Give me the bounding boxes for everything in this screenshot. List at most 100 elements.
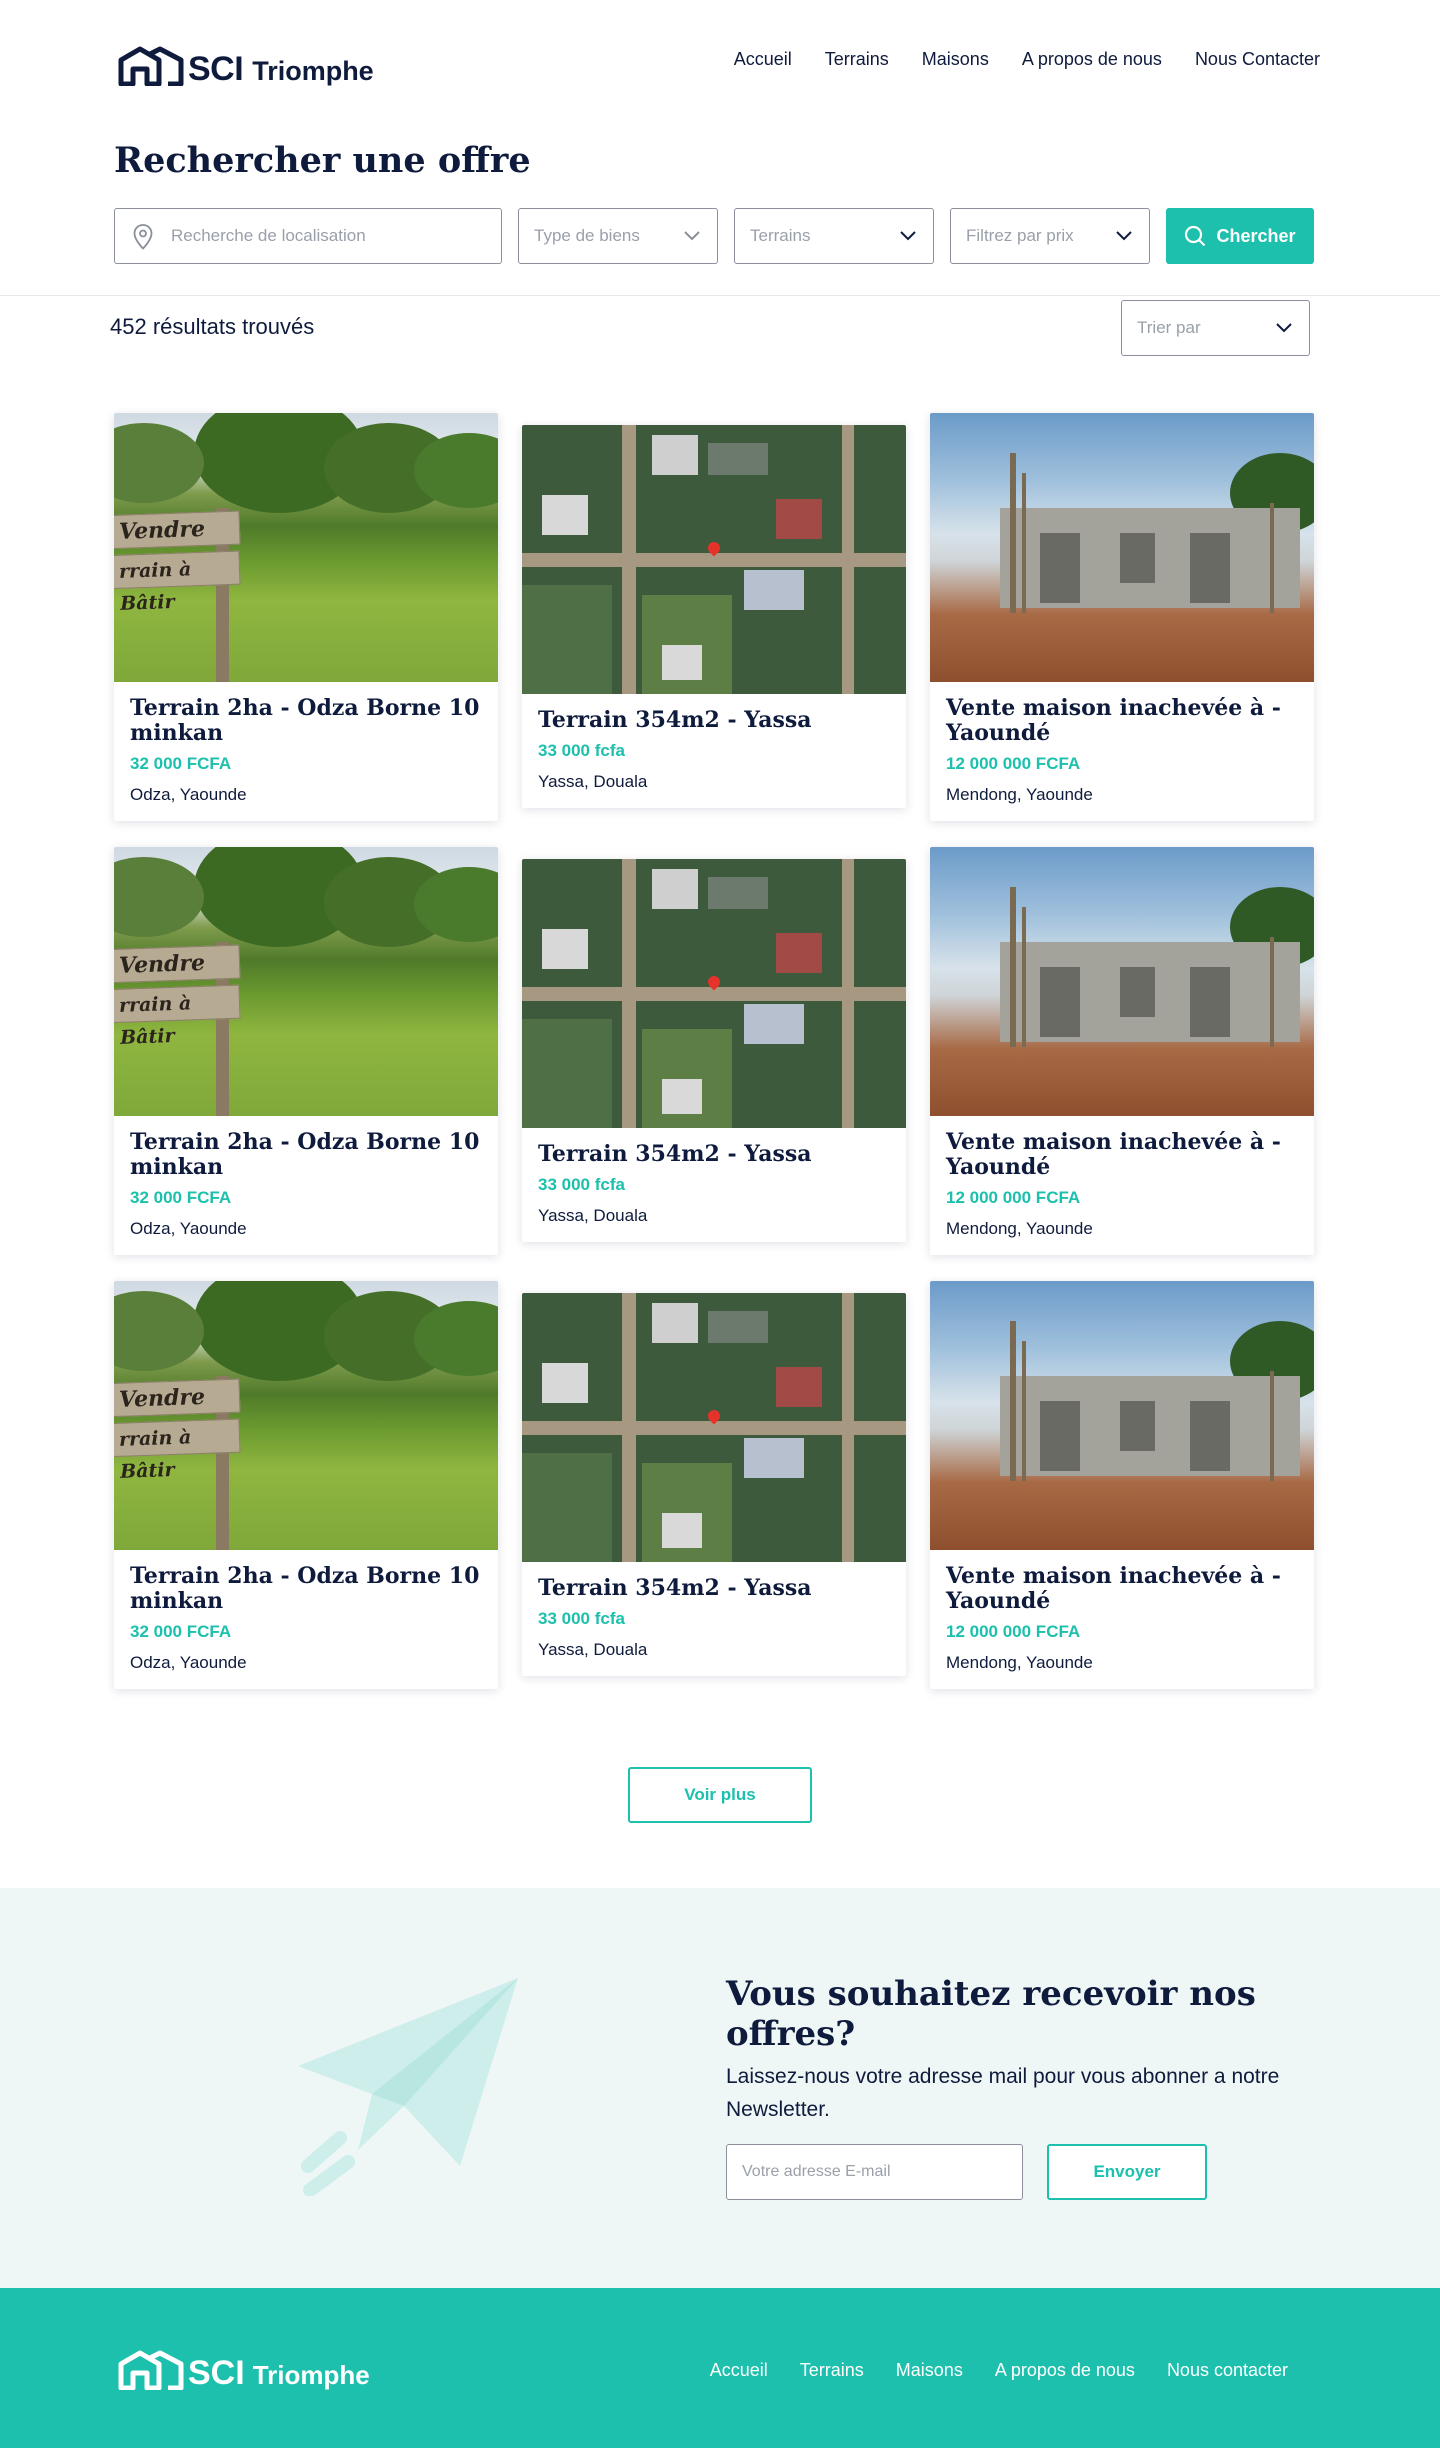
newsletter-section: Vous souhaitez recevoir nos offres? Lais… <box>0 1888 1440 2288</box>
listing-title[interactable]: Terrain 354m2 - Yassa <box>538 708 890 733</box>
listing-price: 33 000 fcfa <box>538 1175 625 1194</box>
listing-photo-house <box>930 847 1314 1116</box>
listing-location: Yassa, Douala <box>538 772 648 791</box>
listing-price: 12 000 000 FCFA <box>946 1622 1081 1641</box>
house-logo-icon <box>118 2350 184 2390</box>
sign-line-2: rrain à Bâtir <box>114 1418 241 1483</box>
property-type-placeholder: Type de biens <box>534 226 640 245</box>
main-nav: Accueil Terrains Maisons A propos de nou… <box>701 49 1320 70</box>
listing-card[interactable]: Vente maison inachevée à - Yaoundé 12 000… <box>930 413 1314 821</box>
property-type-select[interactable]: Type de biens <box>518 208 718 264</box>
sign-line-2: rrain à Bâtir <box>114 550 241 615</box>
listing-card[interactable]: Terrain 354m2 - Yassa 33 000 fcfa Yassa, D… <box>522 859 906 1242</box>
paper-plane-icon <box>298 1978 518 2196</box>
listing-title[interactable]: Vente maison inachevée à - Yaoundé <box>946 1564 1298 1614</box>
search-button[interactable]: Chercher <box>1166 208 1314 264</box>
sign-line-1: Vendre <box>114 944 241 984</box>
listing-location: Mendong, Yaounde <box>946 1653 1093 1672</box>
listing-title[interactable]: Vente maison inachevée à - Yaoundé <box>946 1130 1298 1180</box>
listing-price: 32 000 FCFA <box>130 1622 232 1641</box>
terrains-select[interactable]: Terrains <box>734 208 934 264</box>
listing-price: 32 000 FCFA <box>130 1188 232 1207</box>
search-button-label: Chercher <box>1216 225 1296 246</box>
site-footer: SCI Triomphe Accueil Terrains Maisons A … <box>0 2288 1440 2448</box>
listing-photo-land: Vendre rrain à Bâtir <box>114 847 498 1116</box>
listing-title[interactable]: Terrain 354m2 - Yassa <box>538 1142 890 1167</box>
terrains-placeholder: Terrains <box>750 226 811 245</box>
search-icon <box>1185 225 1206 247</box>
listing-card[interactable]: Terrain 354m2 - Yassa 33 000 fcfa Yassa, D… <box>522 425 906 808</box>
listing-photo-aerial <box>522 425 906 694</box>
location-placeholder: Recherche de localisation <box>171 226 366 245</box>
house-logo-icon <box>118 46 184 86</box>
listing-photo-land: Vendre rrain à Bâtir <box>114 1281 498 1550</box>
listing-price: 32 000 FCFA <box>130 754 232 773</box>
footer-nav-accueil[interactable]: Accueil <box>710 2360 768 2381</box>
sign-line-1: Vendre <box>114 1378 241 1418</box>
listing-photo-aerial <box>522 1293 906 1562</box>
footer-nav-maisons[interactable]: Maisons <box>896 2360 963 2381</box>
listing-location: Odza, Yaounde <box>130 785 247 804</box>
footer-logo-name-text: Triomphe <box>252 2360 370 2390</box>
header-divider <box>0 295 1440 296</box>
nav-maisons[interactable]: Maisons <box>922 49 989 70</box>
newsletter-text: Laissez-nous votre adresse mail pour vou… <box>726 2065 1280 2121</box>
listing-photo-house <box>930 413 1314 682</box>
location-search-input[interactable]: Recherche de localisation <box>114 208 502 264</box>
sort-select[interactable]: Trier par <box>1121 300 1310 356</box>
listing-photo-house <box>930 1281 1314 1550</box>
listing-card[interactable]: Vendre rrain à Bâtir Terrain 2ha - Odza … <box>114 847 498 1255</box>
listing-title[interactable]: Terrain 2ha - Odza Borne 10 minkan <box>130 1130 482 1180</box>
listing-location: Yassa, Douala <box>538 1206 648 1225</box>
listing-title[interactable]: Terrain 2ha - Odza Borne 10 minkan <box>130 1564 482 1614</box>
results-count: 452 résultats trouvés <box>110 314 315 339</box>
sign-line-2: rrain à Bâtir <box>114 984 241 1049</box>
price-filter-placeholder: Filtrez par prix <box>966 226 1074 245</box>
chevron-down-icon <box>684 231 700 241</box>
listing-title[interactable]: Terrain 354m2 - Yassa <box>538 1576 890 1601</box>
listing-location: Odza, Yaounde <box>130 1653 247 1672</box>
listing-price: 12 000 000 FCFA <box>946 1188 1081 1207</box>
site-logo[interactable]: SCI Triomphe <box>118 38 374 86</box>
listing-card[interactable]: Vente maison inachevée à - Yaoundé 12 000… <box>930 847 1314 1255</box>
listing-photo-aerial <box>522 859 906 1128</box>
nav-terrains[interactable]: Terrains <box>825 49 889 70</box>
chevron-down-icon <box>900 231 916 241</box>
listing-price: 33 000 fcfa <box>538 1609 625 1628</box>
chevron-down-icon <box>1276 323 1292 333</box>
sign-line-1: Vendre <box>114 510 241 550</box>
listing-location: Odza, Yaounde <box>130 1219 247 1238</box>
price-filter-select[interactable]: Filtrez par prix <box>950 208 1150 264</box>
logo-sci-text: SCI <box>188 50 244 88</box>
listing-price: 33 000 fcfa <box>538 741 625 760</box>
listing-photo-land: Vendre rrain à Bâtir <box>114 413 498 682</box>
footer-nav-contact[interactable]: Nous contacter <box>1167 2360 1288 2381</box>
load-more-button[interactable]: Voir plus <box>628 1767 812 1823</box>
footer-nav-a-propos[interactable]: A propos de nous <box>995 2360 1135 2381</box>
sort-placeholder: Trier par <box>1137 318 1201 337</box>
footer-logo[interactable]: SCI Triomphe <box>118 2350 370 2390</box>
chevron-down-icon <box>1116 231 1132 241</box>
site-header: SCI Triomphe Accueil Terrains Maisons A … <box>0 0 1440 120</box>
email-field[interactable] <box>726 2144 1023 2200</box>
newsletter-title: Vous souhaitez recevoir nos offres? <box>726 1974 1256 2054</box>
nav-accueil[interactable]: Accueil <box>734 49 792 70</box>
listing-card[interactable]: Vente maison inachevée à - Yaoundé 12 000… <box>930 1281 1314 1689</box>
listing-card[interactable]: Vendre rrain à Bâtir Terrain 2ha - Odza … <box>114 1281 498 1689</box>
map-pin-icon <box>133 224 153 250</box>
nav-a-propos[interactable]: A propos de nous <box>1022 49 1162 70</box>
nav-contact[interactable]: Nous Contacter <box>1195 49 1320 70</box>
listing-title[interactable]: Vente maison inachevée à - Yaoundé <box>946 696 1298 746</box>
subscribe-button[interactable]: Envoyer <box>1047 2144 1207 2200</box>
footer-nav: Accueil Terrains Maisons A propos de nou… <box>678 2360 1288 2381</box>
listing-location: Yassa, Douala <box>538 1640 648 1659</box>
logo-name-text: Triomphe <box>252 56 374 86</box>
footer-logo-sci-text: SCI <box>188 2354 245 2392</box>
listing-location: Mendong, Yaounde <box>946 1219 1093 1238</box>
listing-price: 12 000 000 FCFA <box>946 754 1081 773</box>
listing-card[interactable]: Vendre rrain à Bâtir Terrain 2ha - Odza … <box>114 413 498 821</box>
footer-nav-terrains[interactable]: Terrains <box>800 2360 864 2381</box>
listing-card[interactable]: Terrain 354m2 - Yassa 33 000 fcfa Yassa, D… <box>522 1293 906 1676</box>
listing-location: Mendong, Yaounde <box>946 785 1093 804</box>
listing-title[interactable]: Terrain 2ha - Odza Borne 10 minkan <box>130 696 482 746</box>
